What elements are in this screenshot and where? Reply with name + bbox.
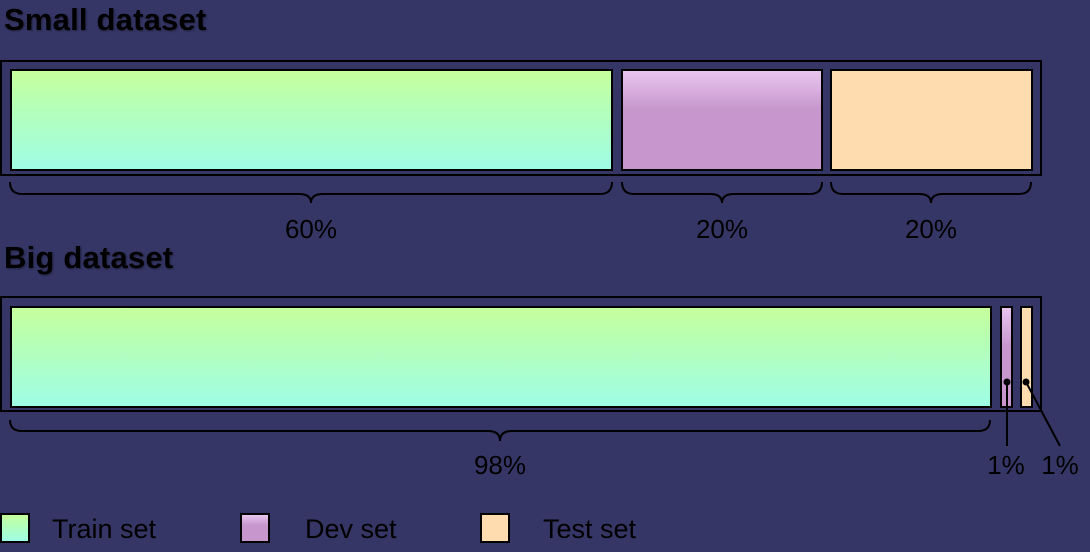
small-dev-percent: 20% [695, 214, 749, 244]
legend-train-swatch [0, 513, 30, 543]
big-test-percent: 1% [1041, 450, 1079, 480]
small-test-percent: 20% [904, 214, 958, 244]
big-dev-pointer-dot [1003, 378, 1011, 386]
big-test-pointer-line [1025, 381, 1061, 447]
small-test-brace [830, 181, 1032, 204]
big-train-percent: 98% [473, 450, 527, 480]
big-test-pointer-dot [1022, 378, 1030, 386]
legend-dev-label: Dev set [305, 514, 397, 544]
big-train-brace [9, 419, 991, 442]
small-train-percent: 60% [284, 214, 338, 244]
legend-test-swatch [480, 513, 510, 543]
legend-train-label: Train set [52, 514, 157, 544]
legend-dev-swatch [240, 513, 270, 543]
small-train-brace [9, 181, 613, 204]
small-dev-brace [621, 181, 823, 204]
legend-test-label: Test set [543, 514, 637, 544]
